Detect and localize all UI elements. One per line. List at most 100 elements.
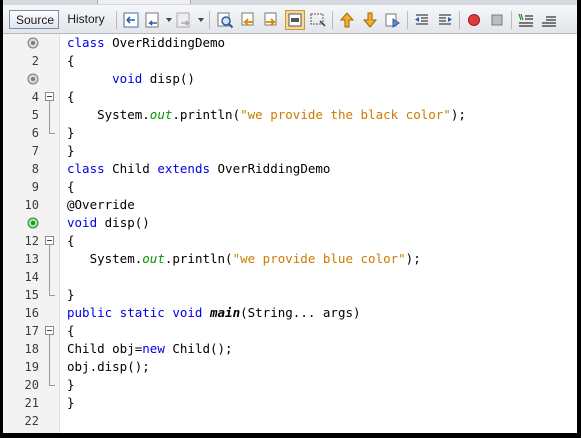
code-line[interactable]: Child obj=new Child();: [67, 340, 233, 358]
code-token: {: [67, 53, 75, 68]
next-bookmark-icon[interactable]: [361, 11, 379, 29]
overrides-icon[interactable]: [27, 217, 39, 229]
line-number: 21: [24, 396, 39, 410]
code-token: System.: [67, 107, 150, 122]
code-token: OverRiddingDemo: [112, 35, 226, 50]
fold-toggle[interactable]: [45, 92, 54, 101]
fold-end: [49, 295, 55, 296]
stop-macro-icon[interactable]: [488, 11, 506, 29]
toolbar-separator: [209, 11, 210, 29]
line-number: 2: [31, 54, 39, 68]
code-line[interactable]: @Override: [67, 196, 135, 214]
code-line[interactable]: {: [67, 88, 75, 106]
code-token: @Override: [67, 197, 135, 212]
code-token: {: [67, 233, 75, 248]
tab-source[interactable]: Source: [9, 10, 59, 29]
uncomment-icon[interactable]: [540, 11, 558, 29]
code-line[interactable]: void disp(): [67, 214, 150, 232]
code-token: .println(: [172, 107, 241, 122]
editor-file-tab[interactable]: [97, 0, 191, 4]
find-prev-icon[interactable]: [239, 11, 257, 29]
code-line[interactable]: }: [67, 376, 75, 394]
code-line[interactable]: }: [67, 286, 75, 304]
line-number: 5: [31, 108, 39, 122]
fold-toggle[interactable]: [45, 236, 54, 245]
code-line[interactable]: {: [67, 232, 75, 250]
code-editor[interactable]: [60, 34, 577, 433]
code-token: new: [142, 341, 173, 356]
code-line[interactable]: }: [67, 394, 75, 412]
back-icon[interactable]: [144, 11, 162, 29]
forward-dropdown-caret[interactable]: [198, 18, 204, 22]
code-line[interactable]: System.out.println("we provide the black…: [67, 106, 466, 124]
code-token: Child();: [172, 341, 233, 356]
code-token: System.: [67, 251, 143, 266]
code-line[interactable]: }: [67, 142, 75, 160]
line-number: 18: [24, 342, 39, 356]
override-icon[interactable]: [27, 73, 39, 85]
line-number: 13: [24, 252, 39, 266]
code-token: }: [67, 377, 75, 392]
code-line[interactable]: class OverRiddingDemo: [67, 34, 225, 52]
fold-toggle[interactable]: [45, 326, 54, 335]
code-token: .println(: [164, 251, 233, 266]
code-line[interactable]: void disp(): [67, 70, 195, 88]
code-token: {: [67, 323, 75, 338]
line-number: 10: [24, 198, 39, 212]
code-token: obj.disp();: [67, 359, 150, 374]
prev-bookmark-icon[interactable]: [338, 11, 356, 29]
last-edit-icon[interactable]: [122, 11, 140, 29]
fold-end: [49, 133, 55, 134]
code-token: disp(): [104, 215, 150, 230]
code-token: Child obj=: [67, 341, 143, 356]
code-line[interactable]: {: [67, 178, 75, 196]
shift-right-icon[interactable]: [436, 11, 454, 29]
code-token: {: [67, 89, 75, 104]
fold-guide: [49, 245, 50, 295]
override-icon[interactable]: [27, 37, 39, 49]
toolbar-separator: [332, 11, 333, 29]
line-number: 16: [24, 306, 39, 320]
find-selection-icon[interactable]: [309, 11, 327, 29]
line-number: 22: [24, 414, 39, 428]
toggle-highlight-icon[interactable]: [285, 10, 305, 30]
toolbar-separator: [407, 11, 408, 29]
toolbar-separator: [459, 11, 460, 29]
toggle-bookmark-icon[interactable]: [384, 11, 402, 29]
code-line[interactable]: public static void main(String... args): [67, 304, 361, 322]
start-macro-icon[interactable]: [465, 11, 483, 29]
line-number: 6: [31, 126, 39, 140]
code-line[interactable]: {: [67, 322, 75, 340]
line-number: 19: [24, 360, 39, 374]
code-token: main: [210, 305, 241, 320]
shift-left-icon[interactable]: [413, 11, 431, 29]
fold-guide: [49, 335, 50, 385]
find-icon[interactable]: [216, 11, 234, 29]
code-line[interactable]: class Child extends OverRiddingDemo: [67, 160, 330, 178]
code-token: void: [112, 71, 150, 86]
code-token: (String... args): [240, 305, 361, 320]
code-token: disp(): [149, 71, 195, 86]
code-token: public static void: [67, 305, 210, 320]
code-token: class: [67, 161, 113, 176]
find-next-icon[interactable]: [262, 11, 280, 29]
code-line[interactable]: }: [67, 124, 75, 142]
line-number: 20: [24, 378, 39, 392]
code-line[interactable]: System.out.println("we provide blue colo…: [67, 250, 421, 268]
code-token: out: [142, 251, 165, 266]
line-number: 9: [31, 180, 39, 194]
fold-guide: [49, 101, 50, 133]
comment-icon[interactable]: [517, 11, 535, 29]
code-token: }: [67, 287, 75, 302]
code-token: void: [67, 215, 105, 230]
editor-window: Source History class OverRiddingDemo 2 {…: [0, 0, 581, 438]
back-dropdown-caret[interactable]: [166, 18, 172, 22]
tab-history[interactable]: History: [61, 10, 111, 29]
code-line[interactable]: obj.disp();: [67, 358, 150, 376]
line-number: 15: [24, 288, 39, 302]
code-line[interactable]: {: [67, 52, 75, 70]
toolbar-separator: [116, 11, 117, 29]
code-token: );: [405, 251, 421, 266]
forward-icon[interactable]: [175, 11, 193, 29]
